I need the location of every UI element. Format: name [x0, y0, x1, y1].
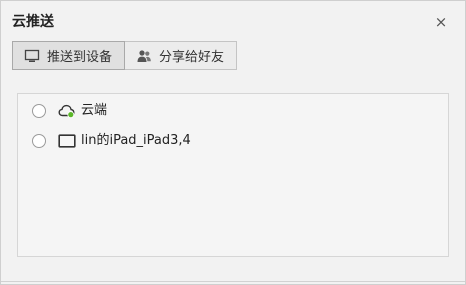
tab-push-to-device[interactable]: 推送到设备 [12, 41, 126, 70]
users-icon [137, 49, 151, 62]
tablet-icon [58, 134, 76, 148]
monitor-icon [24, 49, 40, 62]
device-row-ipad[interactable]: lin的iPad_iPad3,4 [32, 131, 191, 151]
cloud-icon [58, 104, 75, 119]
dialog-titlebar: 云推送 × [1, 1, 465, 41]
tab-bar: 推送到设备 分享给好友 [12, 41, 238, 70]
dialog-title: 云推送 [12, 14, 54, 30]
close-icon[interactable]: × [433, 14, 449, 30]
tab-label: 分享给好友 [159, 50, 225, 65]
tab-label: 推送到设备 [47, 50, 113, 65]
device-label: lin的iPad_iPad3,4 [81, 133, 191, 148]
device-list-panel: 云端 lin的iPad_iPad3,4 [17, 93, 449, 257]
tab-share-to-friend[interactable]: 分享给好友 [125, 41, 238, 70]
radio-button[interactable] [32, 134, 46, 148]
radio-button[interactable] [32, 104, 46, 118]
device-row-cloud[interactable]: 云端 [32, 101, 107, 121]
cloud-push-dialog: 云推送 × 推送到设备 分享给好友 云端 lin的iPad_iPad3,4 [0, 0, 466, 285]
device-label: 云端 [81, 103, 108, 118]
footer-divider [1, 281, 465, 282]
